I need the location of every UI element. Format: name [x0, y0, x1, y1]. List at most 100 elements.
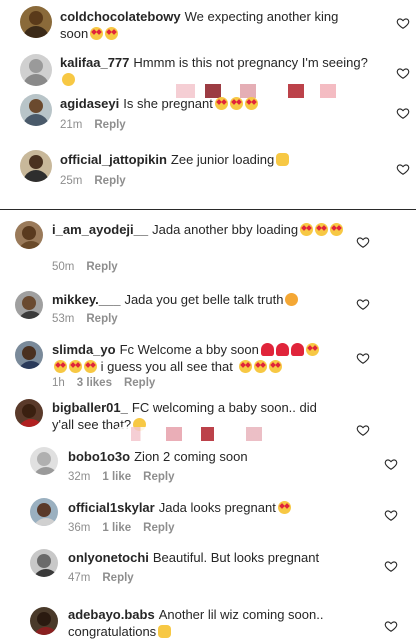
heart-eyes-emoji: [90, 27, 104, 40]
heart-eyes-emoji: [69, 360, 82, 373]
like-heart-icon[interactable]: [396, 16, 410, 30]
heart-eyes-emoji: [253, 360, 267, 373]
user-avatar[interactable]: [15, 221, 43, 249]
user-avatar[interactable]: [20, 94, 52, 126]
comment-body: Zee junior loading: [170, 152, 275, 167]
reply-button[interactable]: Reply: [86, 261, 117, 273]
like-heart-icon[interactable]: [384, 457, 398, 471]
comment-meta: 21m Reply: [60, 119, 138, 131]
like-heart-icon[interactable]: [384, 559, 398, 573]
user-avatar[interactable]: [30, 447, 58, 475]
comment-time: 36m: [68, 522, 91, 534]
like-heart-icon[interactable]: [384, 508, 398, 522]
like-heart-icon[interactable]: [356, 235, 370, 249]
reply-button[interactable]: Reply: [143, 522, 174, 534]
comment-meta: 32m 1 like Reply: [68, 471, 186, 483]
comment-body: Beautiful. But looks pregnant: [152, 550, 320, 565]
comment-text: coldchocolatebowy We expecting another ki…: [60, 8, 370, 42]
reply-button[interactable]: Reply: [94, 119, 125, 131]
reply-button[interactable]: Reply: [102, 572, 133, 584]
likes-count[interactable]: 1 like: [102, 522, 131, 534]
comment-username[interactable]: kalifaa_777: [60, 55, 129, 70]
comment-time: 47m: [68, 572, 91, 584]
comment-body-continued: i guess you all see that: [100, 359, 233, 374]
comment-username[interactable]: bigballer01_: [52, 400, 128, 415]
heart-eyes-emoji: [238, 360, 252, 373]
comment-username[interactable]: coldchocolatebowy: [60, 9, 181, 24]
comment-text: onlyonetochi Beautiful. But looks pregnan…: [68, 549, 348, 566]
like-heart-icon[interactable]: [396, 106, 410, 120]
comment-text: mikkey.___ Jada you get belle talk truth: [52, 291, 352, 308]
red-heart-emoji: [260, 343, 274, 356]
heart-eyes-emoji: [105, 27, 119, 40]
comment-username[interactable]: official1skylar: [68, 500, 155, 515]
heart-eyes-emoji: [229, 97, 243, 110]
user-avatar[interactable]: [20, 54, 52, 86]
heart-eyes-emoji: [315, 223, 329, 236]
comment-time: 53m: [52, 313, 75, 325]
user-avatar[interactable]: [30, 607, 58, 635]
comment-username[interactable]: onlyonetochi: [68, 550, 149, 565]
comment-time: 21m: [60, 119, 83, 131]
comment-body: Hmmm is this not pregnancy I'm seeing?: [133, 55, 368, 70]
comment-text: kalifaa_777 Hmmm is this not pregnancy I'…: [60, 54, 370, 88]
comment-meta: 50m Reply: [52, 261, 130, 273]
heart-eyes-emoji: [214, 97, 228, 110]
comment-body: Jada another bby loading: [152, 222, 299, 237]
raised-hands-emoji: [158, 625, 172, 638]
reply-button[interactable]: Reply: [143, 471, 174, 483]
heart-eyes-emoji: [305, 343, 319, 356]
comment-username[interactable]: mikkey.___: [52, 292, 120, 307]
comment-username[interactable]: bobo1o3o: [68, 449, 130, 464]
user-avatar[interactable]: [15, 341, 43, 369]
heart-eyes-emoji: [277, 501, 291, 514]
comment-time: 50m: [52, 261, 75, 273]
comment-time: 25m: [60, 175, 83, 187]
comment-username[interactable]: adebayo.babs: [68, 607, 155, 622]
like-heart-icon[interactable]: [396, 162, 410, 176]
user-avatar[interactable]: [20, 150, 52, 182]
likes-count[interactable]: 1 like: [102, 471, 131, 483]
heart-eyes-emoji: [300, 223, 314, 236]
reply-button[interactable]: Reply: [94, 175, 125, 187]
reply-button[interactable]: Reply: [86, 313, 117, 325]
winking-tongue-emoji: [62, 73, 75, 86]
screenshot-divider: [0, 209, 416, 210]
red-heart-emoji: [275, 343, 289, 356]
comment-username[interactable]: i_am_ayodeji__: [52, 222, 148, 237]
comment-text: bobo1o3o Zion 2 coming soon: [68, 448, 348, 465]
heart-eyes-emoji: [54, 360, 67, 373]
comment-username[interactable]: agidaseyi: [60, 96, 119, 111]
heart-eyes-emoji: [84, 360, 97, 373]
comment-body: Jada looks pregnant: [158, 500, 276, 515]
comment-username[interactable]: slimda_yo: [52, 342, 116, 357]
comment-meta: 1h 3 likes Reply: [52, 377, 167, 389]
comment-text: official1skylar Jada looks pregnant: [68, 499, 348, 516]
comment-time: 32m: [68, 471, 91, 483]
likes-count[interactable]: 3 likes: [77, 377, 112, 389]
comment-text: agidaseyi Is she pregnant: [60, 95, 370, 112]
like-heart-icon[interactable]: [396, 66, 410, 80]
comment-time: 1h: [52, 377, 65, 389]
user-avatar[interactable]: [30, 498, 58, 526]
like-heart-icon[interactable]: [356, 297, 370, 311]
comment-username[interactable]: official_jattopikin: [60, 152, 167, 167]
user-avatar[interactable]: [15, 399, 43, 427]
comment-text: i_am_ayodeji__ Jada another bby loading: [52, 221, 352, 238]
comment-meta: 47m Reply: [68, 572, 146, 584]
user-avatar[interactable]: [20, 6, 52, 38]
user-avatar[interactable]: [30, 549, 58, 577]
reply-button[interactable]: Reply: [124, 377, 155, 389]
like-heart-icon[interactable]: [384, 619, 398, 633]
comment-body: Is she pregnant: [123, 96, 213, 111]
user-avatar[interactable]: [15, 291, 43, 319]
comments-panel-top: coldchocolatebowy We expecting another ki…: [0, 0, 416, 205]
like-heart-icon[interactable]: [356, 351, 370, 365]
comment-text: slimda_yo Fc Welcome a bby soon i guess y…: [52, 341, 337, 375]
like-heart-icon[interactable]: [356, 423, 370, 437]
comment-body: Zion 2 coming soon: [134, 449, 248, 464]
comment-text: official_jattopikin Zee junior loading: [60, 151, 370, 168]
comment-meta: 36m 1 like Reply: [68, 522, 186, 534]
comment-meta: 25m Reply: [60, 175, 138, 187]
comment-text: adebayo.babs Another lil wiz coming soon.…: [68, 606, 358, 639]
